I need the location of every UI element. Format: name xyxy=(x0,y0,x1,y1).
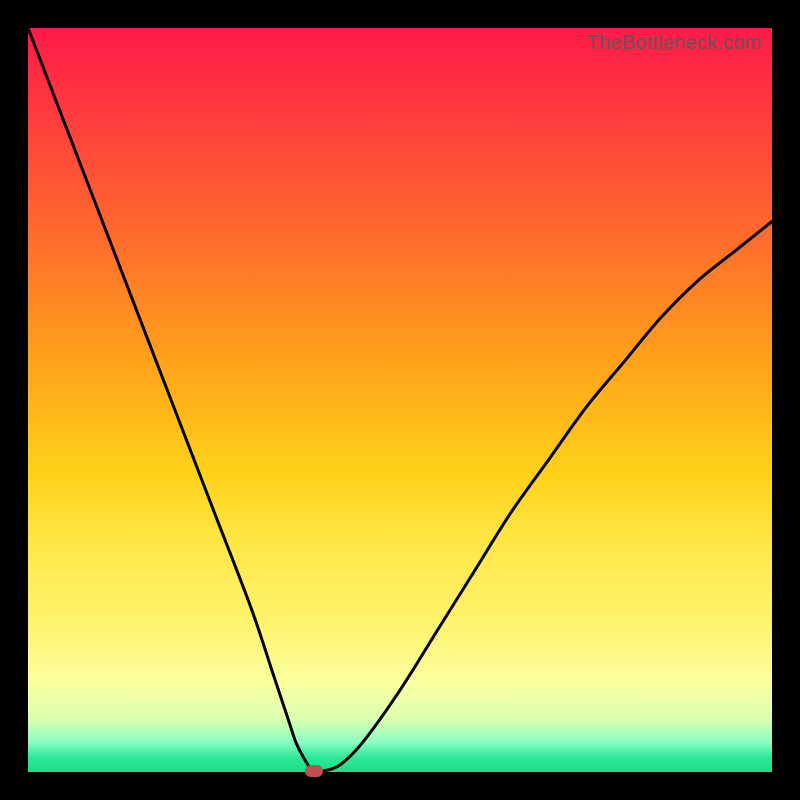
bottleneck-curve xyxy=(28,28,772,772)
optimum-marker xyxy=(305,765,323,777)
plot-area: TheBottleneck.com xyxy=(28,28,772,772)
chart-frame: TheBottleneck.com xyxy=(0,0,800,800)
